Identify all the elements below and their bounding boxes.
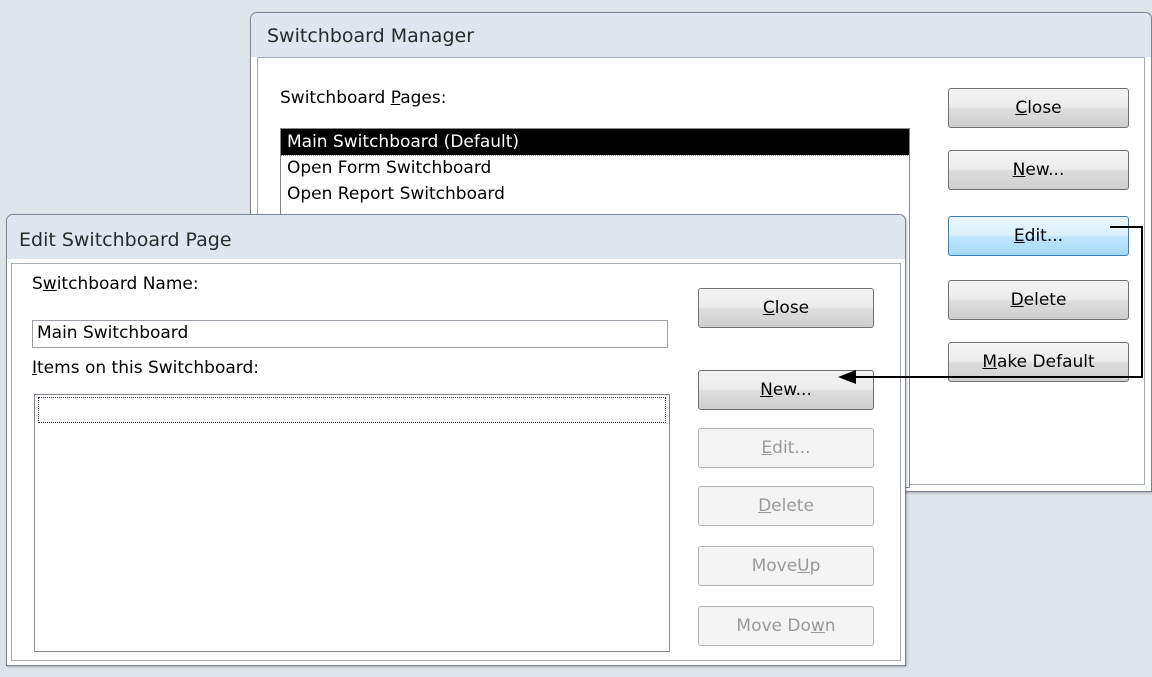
annotation-arrow (838, 226, 1143, 384)
annotation-arrow-line (854, 226, 1143, 378)
annotation-arrowhead (838, 370, 856, 384)
